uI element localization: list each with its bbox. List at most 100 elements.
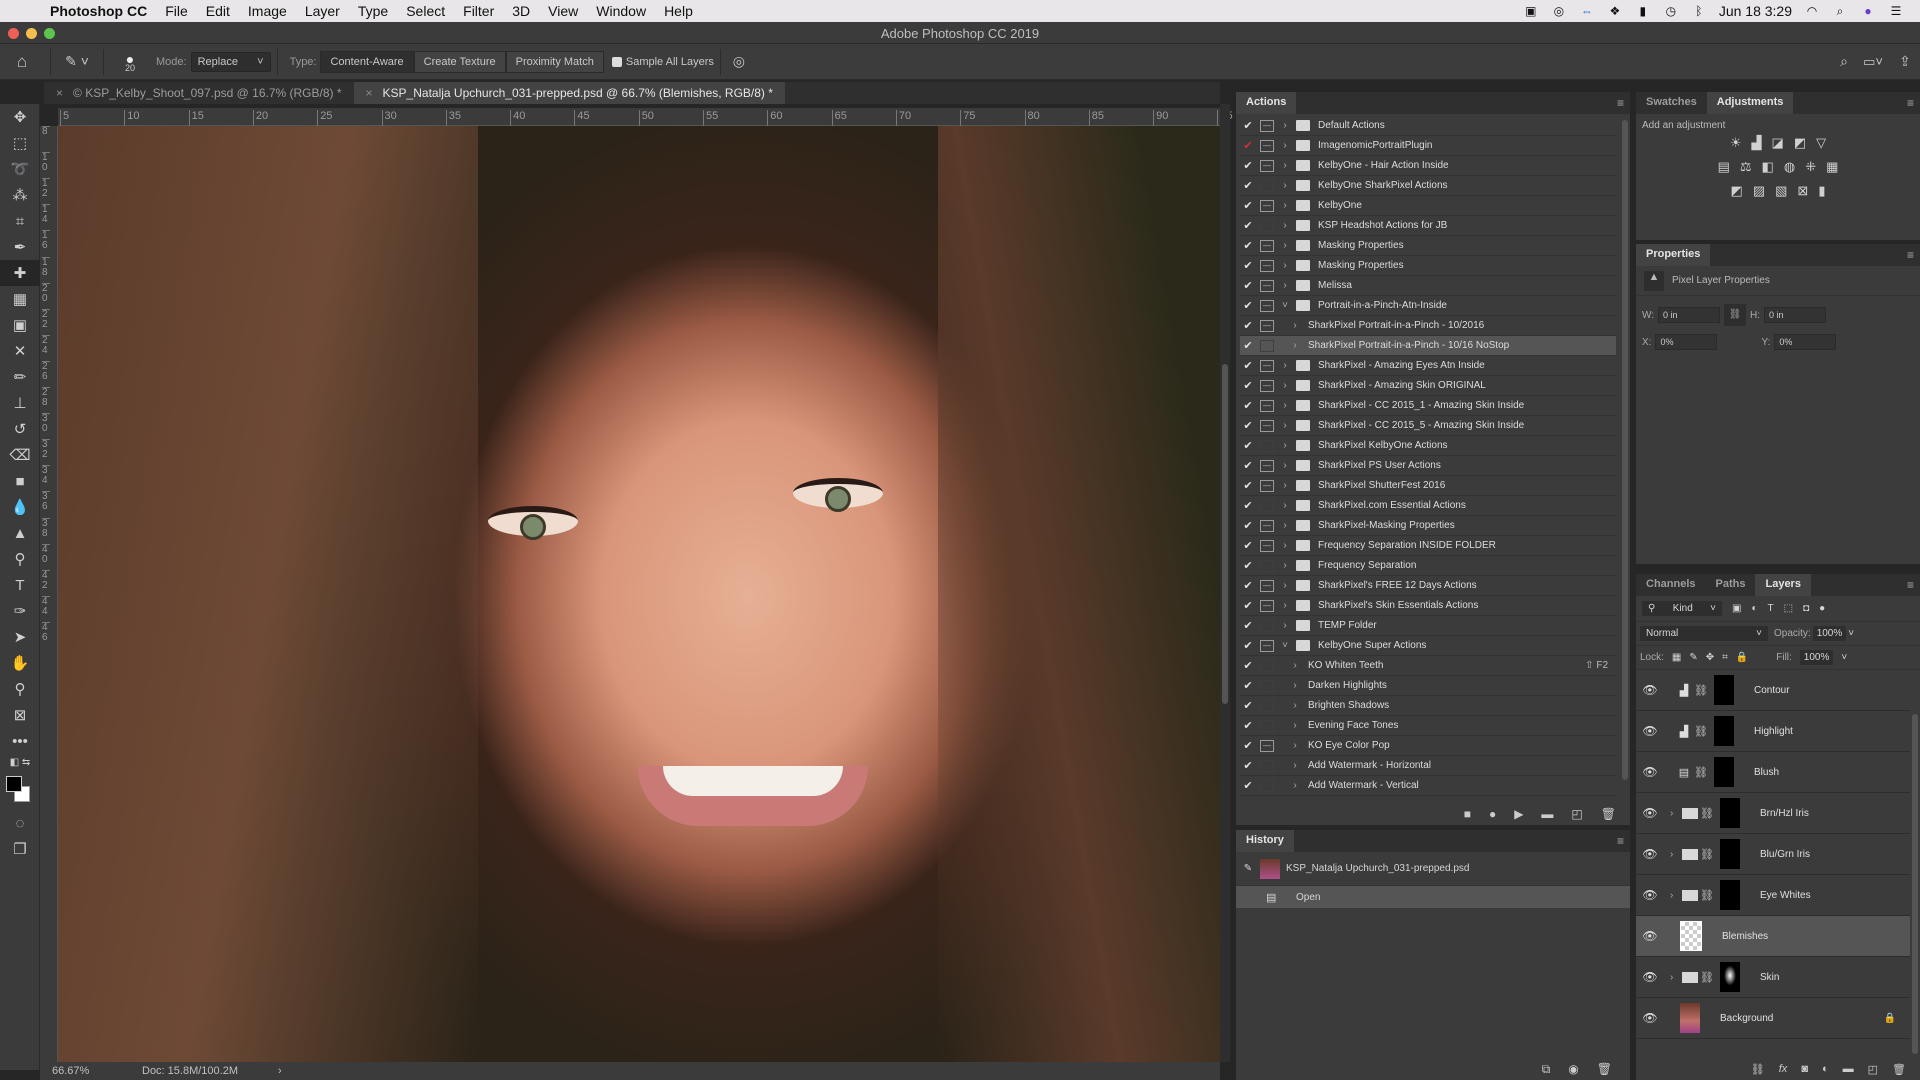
toggle-item-checkmark-icon[interactable]: ✔ [1240, 139, 1256, 152]
action-set[interactable]: ✔ — › SharkPixel's Skin Essentials Actions [1240, 596, 1616, 616]
menu-layer[interactable]: Layer [305, 3, 340, 19]
toggle-item-checkmark-icon[interactable]: ✔ [1240, 679, 1256, 692]
layer-thumbnail[interactable] [1680, 1003, 1700, 1033]
magic-wand-tool-icon[interactable]: ⁂ [0, 182, 40, 208]
toggle-dialog-icon[interactable]: — [1260, 539, 1274, 552]
color-swatches[interactable] [0, 770, 40, 810]
move-tool-icon[interactable]: ✥ [0, 104, 40, 130]
chevron-right-icon[interactable]: › [1278, 180, 1292, 191]
chevron-right-icon[interactable]: › [1278, 400, 1292, 411]
layer-row[interactable]: 👁 ▟ ⛓ Highlight [1636, 711, 1910, 752]
brush-tool-icon[interactable]: ✏ [0, 364, 40, 390]
toggle-item-checkmark-icon[interactable]: ✔ [1240, 219, 1256, 232]
menu-edit[interactable]: Edit [206, 3, 230, 19]
path-selection-tool-icon[interactable]: ➤ [0, 624, 40, 650]
type-tool-icon[interactable]: T [0, 572, 40, 598]
visibility-eye-icon[interactable]: 👁 [1636, 929, 1664, 943]
action-item[interactable]: ✔ › KO Whiten Teeth ⇧ F2 [1240, 656, 1616, 676]
action-set[interactable]: ✔ — ˅ KelbyOne Super Actions [1240, 636, 1616, 656]
chevron-right-icon[interactable]: › [1288, 320, 1302, 331]
opacity-chevron-icon[interactable]: ˅ [1848, 628, 1854, 639]
toggle-dialog-icon[interactable]: — [1260, 319, 1274, 332]
toggle-dialog-icon[interactable]: — [1260, 279, 1274, 292]
chevron-right-icon[interactable]: › [1278, 620, 1292, 631]
toggle-item-checkmark-icon[interactable]: ✔ [1240, 539, 1256, 552]
toggle-dialog-icon[interactable]: — [1260, 239, 1274, 252]
close-tab-icon[interactable]: × [56, 86, 63, 100]
tab-adjustments[interactable]: Adjustments [1706, 92, 1794, 114]
toggle-dialog-icon[interactable] [1260, 679, 1274, 692]
panel-menu-icon[interactable]: ≡ [1907, 96, 1914, 110]
toggle-item-checkmark-icon[interactable]: ✔ [1240, 719, 1256, 732]
trash-icon[interactable]: 🗑 [1892, 1063, 1906, 1076]
stop-icon[interactable]: ■ [1464, 807, 1471, 821]
layer-row[interactable]: 👁 › ⛓ Blu/Grn Iris [1636, 834, 1910, 875]
exposure-icon[interactable]: ◩ [1794, 135, 1806, 151]
fill-field[interactable]: 100% [1799, 650, 1834, 665]
toggle-dialog-icon[interactable] [1260, 179, 1274, 192]
sharpen-tool-icon[interactable]: ▲ [0, 520, 40, 546]
toggle-item-checkmark-icon[interactable]: ✔ [1240, 159, 1256, 172]
toggle-dialog-icon[interactable]: — [1260, 139, 1274, 152]
link-dimensions-icon[interactable]: ⛓ [1724, 304, 1747, 326]
new-group-icon[interactable]: ▬ [1843, 1063, 1854, 1075]
chevron-down-icon[interactable]: ˅ [1278, 300, 1292, 311]
chevron-right-icon[interactable]: › [1278, 260, 1292, 271]
black-white-icon[interactable]: ◧ [1762, 159, 1774, 175]
new-document-from-state-icon[interactable]: ⧉ [1542, 1062, 1551, 1077]
toggle-dialog-icon[interactable]: — [1260, 159, 1274, 172]
brush-size-picker[interactable]: ● 20 [110, 51, 150, 73]
chevron-right-icon[interactable]: › [1278, 380, 1292, 391]
spot-healing-brush-tool-icon[interactable]: ✚ [0, 260, 40, 286]
menu-filter[interactable]: Filter [463, 3, 494, 19]
frame-tool-icon[interactable]: ⊠ [0, 702, 40, 728]
add-mask-icon[interactable]: ◙ [1801, 1063, 1808, 1075]
action-item[interactable]: ✔ › Darken Highlights [1240, 676, 1616, 696]
layer-mask-thumbnail[interactable] [1714, 757, 1734, 787]
height-field[interactable]: 0 in [1764, 307, 1827, 323]
trash-icon[interactable]: 🗑 [1597, 1062, 1612, 1076]
more-tools-icon[interactable]: ••• [0, 728, 40, 754]
tab-layers[interactable]: Layers [1755, 574, 1811, 596]
chevron-right-icon[interactable]: › [1278, 200, 1292, 211]
action-set[interactable]: ✔ — › KelbyOne - Hair Action Inside [1240, 156, 1616, 176]
visibility-eye-icon[interactable]: 👁 [1636, 970, 1664, 984]
toggle-item-checkmark-icon[interactable]: ✔ [1240, 339, 1256, 352]
menu-image[interactable]: Image [248, 3, 287, 19]
width-field[interactable]: 0 in [1658, 307, 1721, 323]
chevron-right-icon[interactable]: › [1288, 780, 1302, 791]
record-icon[interactable]: ● [1489, 807, 1496, 821]
toggle-item-checkmark-icon[interactable]: ✔ [1240, 739, 1256, 752]
play-icon[interactable]: ▶ [1514, 807, 1523, 821]
visibility-eye-icon[interactable]: 👁 [1636, 806, 1664, 820]
action-set[interactable]: ✔ › SharkPixel.com Essential Actions [1240, 496, 1616, 516]
chevron-right-icon[interactable]: › [1278, 240, 1292, 251]
chevron-right-icon[interactable]: › [1278, 280, 1292, 291]
toggle-item-checkmark-icon[interactable]: ✔ [1240, 779, 1256, 792]
layer-name[interactable]: Contour [1754, 685, 1790, 696]
action-set[interactable]: ✔ — › SharkPixel-Masking Properties [1240, 516, 1616, 536]
action-set[interactable]: ✔ — › SharkPixel - CC 2015_5 - Amazing Skin… [1240, 416, 1616, 436]
chevron-right-icon[interactable]: › [1288, 740, 1302, 751]
toggle-item-checkmark-icon[interactable]: ✔ [1240, 519, 1256, 532]
chevron-right-icon[interactable]: › [1278, 360, 1292, 371]
action-item[interactable]: ✔ — › KO Eye Color Pop [1240, 736, 1616, 756]
document-canvas[interactable] [58, 126, 1220, 1062]
toggle-item-checkmark-icon[interactable]: ✔ [1240, 459, 1256, 472]
layer-mask-thumbnail[interactable] [1714, 716, 1734, 746]
chevron-right-icon[interactable]: › [1278, 460, 1292, 471]
gradient-tool-icon[interactable]: ■ [0, 468, 40, 494]
toggle-dialog-icon[interactable] [1260, 759, 1274, 772]
panel-menu-icon[interactable]: ≡ [1617, 96, 1624, 110]
pen-tool-icon[interactable]: ✑ [0, 598, 40, 624]
toggle-item-checkmark-icon[interactable]: ✔ [1240, 199, 1256, 212]
invert-icon[interactable]: ◩ [1731, 183, 1743, 199]
tab-document-2[interactable]: × KSP_Natalja Upchurch_031-prepped.psd @ … [353, 82, 785, 104]
fill-chevron-icon[interactable]: ˅ [1841, 652, 1847, 663]
screen-mode-icon[interactable]: ❐ [0, 836, 40, 862]
toggle-item-checkmark-icon[interactable]: ✔ [1240, 179, 1256, 192]
toggle-item-checkmark-icon[interactable]: ✔ [1240, 579, 1256, 592]
marquee-tool-icon[interactable]: ⬚ [0, 130, 40, 156]
action-set[interactable]: ✔ — › SharkPixel - Amazing Eyes Atn Inside [1240, 356, 1616, 376]
posterize-icon[interactable]: ▨ [1753, 183, 1765, 199]
